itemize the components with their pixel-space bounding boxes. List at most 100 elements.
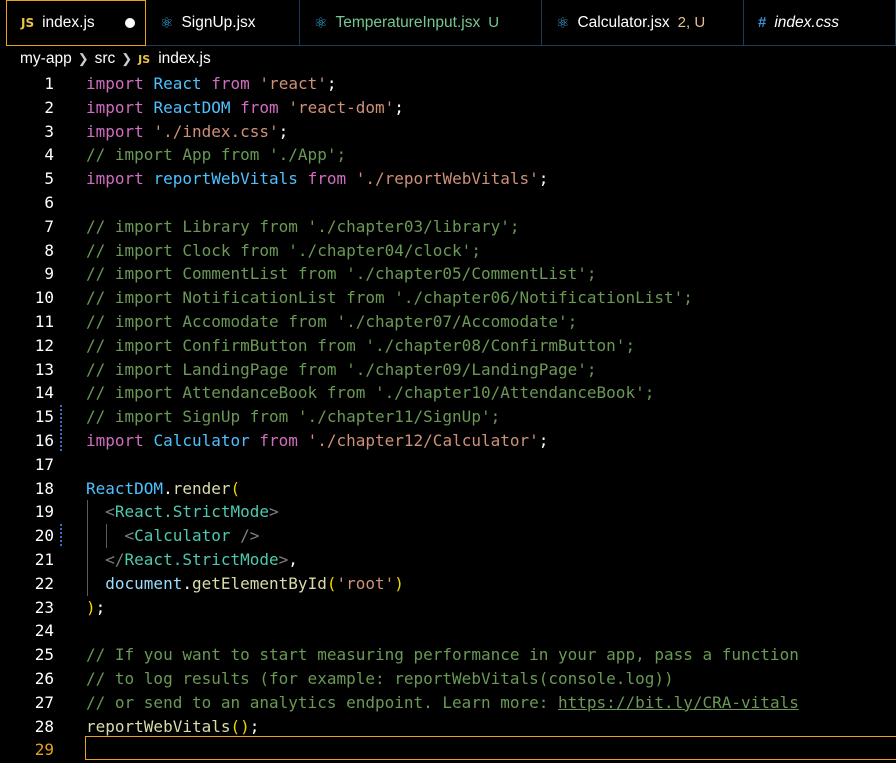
line-number: 15 [34,407,54,427]
line-number: 24 [34,621,54,641]
line-number: 4 [44,145,54,165]
code-text: // or send to an analytics endpoint. Lea… [86,691,799,715]
react-icon: ⚛ [160,14,174,32]
code-line[interactable]: 15 // import SignUp from './chapter11/Sig… [0,405,896,429]
code-text: // to log results (for example: reportWe… [86,667,674,691]
token: // import AttendanceBook from './chapter… [86,383,655,403]
token: './index.css' [153,121,279,141]
tab-calculator-jsx[interactable]: ⚛ Calculator.jsx 2, U [542,0,744,46]
tab-temperatureinput-jsx[interactable]: ⚛ TemperatureInput.jsx U [300,0,542,46]
unsaved-dot-icon[interactable] [125,18,135,28]
code-editor[interactable]: 1 import React from 'react'; 2 import React… [0,72,896,763]
breadcrumb-folder[interactable]: src [95,50,116,68]
code-line[interactable]: 22 document.getElementById('root') [0,572,896,596]
line-number: 14 [34,383,54,403]
code-line[interactable]: 10 // import NotificationList from './cha… [0,286,896,310]
code-line[interactable]: 14 // import AttendanceBook from './chapt… [0,381,896,405]
code-line[interactable]: 24 [0,619,896,643]
code-line[interactable]: 16 import Calculator from './chapter12/Ca… [0,429,896,453]
line-number: 7 [44,216,54,236]
modified-line-marker[interactable] [60,429,62,453]
token: import [86,169,144,189]
indent-guide [106,524,107,548]
code-line[interactable]: 13 // import LandingPage from './chapter0… [0,358,896,382]
react-icon: ⚛ [556,14,570,32]
code-line[interactable]: 19 <React.StrictMode> [0,500,896,524]
breadcrumb: my-app ❯ src ❯ JS index.js [0,46,896,72]
code-line[interactable]: 3 import './index.css'; [0,120,896,144]
modified-line-marker[interactable] [60,524,62,549]
token: ; [278,121,289,141]
code-line[interactable]: 28 reportWebVitals(); [0,715,896,739]
code-line[interactable]: 2 import ReactDOM from 'react-dom'; [0,96,896,120]
tab-signup-jsx[interactable]: ⚛ SignUp.jsx [146,0,300,46]
code-line[interactable]: 11 // import Accomodate from './chapter07… [0,310,896,334]
code-line[interactable]: 5 import reportWebVitals from './reportWe… [0,167,896,191]
code-line[interactable]: 9 // import CommentList from './chapter05… [0,262,896,286]
token: ; [95,597,106,617]
token: ) [86,597,96,617]
tab-label: index.css [774,13,839,31]
line-number: 20 [34,526,54,546]
modified-line-marker[interactable] [60,405,62,430]
code-text: // import SignUp from './chapter11/SignU… [86,405,500,429]
code-line[interactable]: 21 </React.StrictMode>, [0,548,896,572]
code-line[interactable]: 25 // If you want to start measuring perf… [0,643,896,667]
code-line[interactable]: 23); [0,596,896,620]
token: getElementById [191,573,327,593]
indent-guide [87,500,88,596]
code-line[interactable]: 12 // import ConfirmButton from './chapte… [0,334,896,358]
token: import [86,431,144,450]
code-line[interactable]: 27 // or send to an analytics endpoint. L… [0,691,896,715]
token: // import Clock from './chapter04/clock'… [86,240,481,260]
js-file-icon: JS [138,52,151,66]
code-line[interactable]: 6 [0,191,896,215]
js-icon: JS [21,16,35,30]
token[interactable]: https://bit.ly/CRA-vitals [558,693,799,712]
code-line[interactable]: 18 ReactDOM.render( [0,477,896,501]
token: import [86,74,144,93]
line-number: 2 [44,97,54,117]
line-number: 12 [34,335,54,355]
code-line[interactable]: 26 // to log results (for example: report… [0,667,896,691]
token: < [124,526,135,546]
token: // or send to an analytics endpoint. Lea… [86,692,559,712]
code-text: import ReactDOM from 'react-dom'; [86,96,404,120]
code-line[interactable]: 8 // import Clock from './chapter04/clock… [0,239,896,263]
code-line[interactable]: 29 [0,738,896,762]
code-line[interactable]: 17 [0,453,896,477]
token: document [105,573,183,593]
code-line[interactable]: 4 // import App from './App'; [0,143,896,167]
code-text: // If you want to start measuring perfor… [86,643,799,667]
token: './chapter12/Calculator' [307,431,539,450]
code-text: import Calculator from './chapter12/Calc… [86,429,548,453]
token: from [211,74,250,93]
code-line[interactable]: 7 // import Library from './chapter03/lib… [0,215,896,239]
code-line[interactable]: 20 <Calculator /> [0,524,896,548]
tab-index-js[interactable]: JS index.js [6,0,146,46]
token: ( [230,478,241,498]
code-text: // import NotificationList from './chapt… [86,286,693,310]
code-text: import React from 'react'; [86,72,337,96]
code-text: // import Clock from './chapter04/clock'… [86,239,481,263]
token: > [278,550,289,569]
tab-index-css[interactable]: # index.css [744,0,896,46]
css-icon: # [758,14,767,31]
breadcrumb-root[interactable]: my-app [20,50,72,68]
token: () [230,716,250,736]
code-text: // import ConfirmButton from './chapter0… [86,334,635,358]
token: // import LandingPage from './chapter09/… [86,359,597,379]
token: /> [240,526,260,546]
breadcrumb-file[interactable]: index.js [158,50,211,68]
code-text: <React.StrictMode> [86,500,278,524]
line-number: 29 [34,740,54,760]
code-text: // import LandingPage from './chapter09/… [86,358,597,382]
code-line[interactable]: 1 import React from 'react'; [0,72,896,96]
